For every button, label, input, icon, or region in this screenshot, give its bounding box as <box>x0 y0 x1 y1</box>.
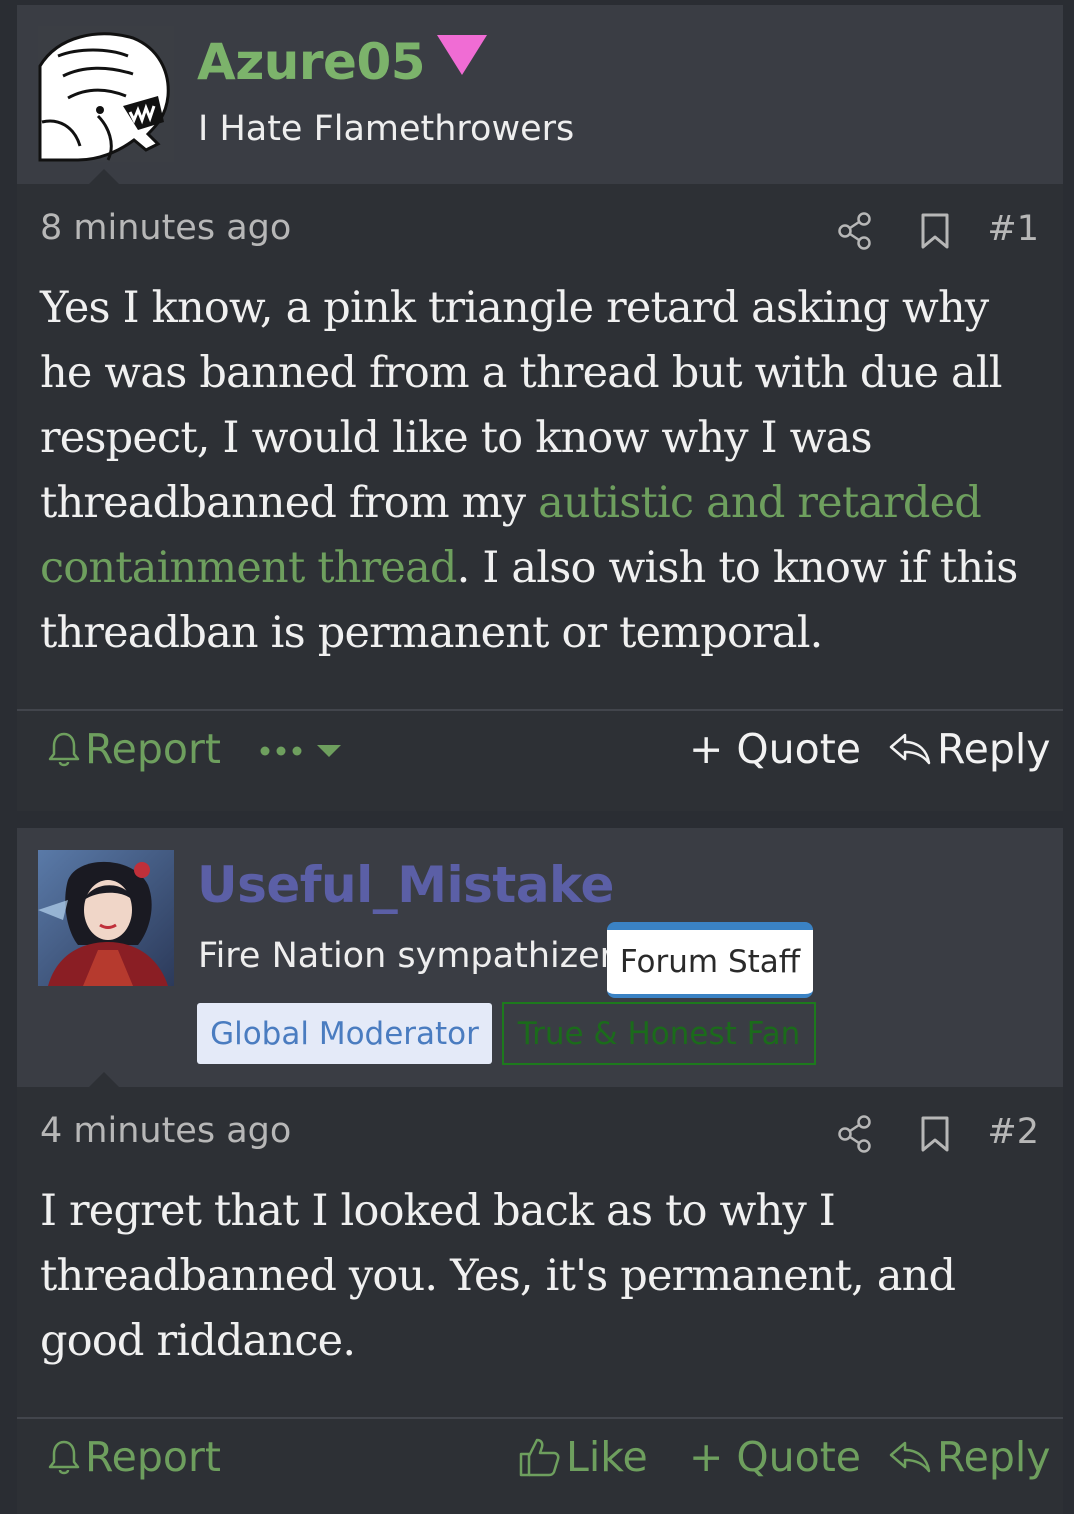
speech-caret <box>89 169 119 184</box>
report-button[interactable]: Report <box>47 725 221 773</box>
more-dots-icon <box>260 745 341 757</box>
username[interactable]: Azure05 <box>197 33 488 91</box>
post-header: Useful_Mistake Fire Nation sympathizer F… <box>17 828 1063 1087</box>
reply-arrow-icon <box>889 733 931 765</box>
global-moderator-badge: Global Moderator <box>197 1003 492 1064</box>
user-title: Fire Nation sympathizer <box>198 936 615 976</box>
post-number[interactable]: #2 <box>987 1112 1039 1152</box>
post-2: Useful_Mistake Fire Nation sympathizer F… <box>17 828 1063 1514</box>
user-title: I Hate Flamethrowers <box>198 109 575 149</box>
reply-button[interactable]: Reply <box>887 1433 1051 1481</box>
post-timestamp[interactable]: 8 minutes ago <box>40 208 291 248</box>
report-button[interactable]: Report <box>47 1433 221 1481</box>
forum-staff-badge: Forum Staff <box>607 922 813 998</box>
post-actions: Report Like + Quote Reply <box>17 1419 1063 1499</box>
report-label: Report <box>85 725 221 773</box>
post-content: I regret that I looked back as to why I … <box>40 1186 956 1366</box>
bookmark-icon[interactable] <box>919 1115 951 1153</box>
true-honest-fan-badge: True & Honest Fan <box>502 1002 816 1065</box>
post-actions: Report + Quote Reply <box>17 711 1063 791</box>
quote-label: + Quote <box>689 1433 862 1481</box>
reply-label: Reply <box>937 725 1051 773</box>
report-label: Report <box>85 1433 221 1481</box>
quote-button[interactable]: + Quote <box>689 1433 861 1481</box>
post-1: Azure05 I Hate Flamethrowers 8 minutes a… <box>17 5 1063 811</box>
bell-icon <box>48 1440 80 1475</box>
username-text[interactable]: Azure05 <box>197 33 426 91</box>
reply-arrow-icon <box>889 1441 931 1473</box>
username-text[interactable]: Useful_Mistake <box>197 856 614 914</box>
post-body: 8 minutes ago #1 Yes I know, a pink tria… <box>17 169 1063 811</box>
post-number[interactable]: #1 <box>987 209 1039 249</box>
share-icon[interactable] <box>837 211 873 251</box>
avatar[interactable] <box>38 26 174 162</box>
share-icon[interactable] <box>837 1114 873 1154</box>
avatar[interactable] <box>38 850 174 986</box>
post-timestamp[interactable]: 4 minutes ago <box>40 1111 291 1151</box>
bell-icon <box>48 732 80 767</box>
quote-label: + Quote <box>689 725 862 773</box>
quote-button[interactable]: + Quote <box>689 725 861 773</box>
like-label: Like <box>566 1433 648 1481</box>
bookmark-icon[interactable] <box>919 212 951 250</box>
post-body: 4 minutes ago #2 I regret that I looked … <box>17 1072 1063 1514</box>
like-button[interactable]: Like <box>518 1433 648 1481</box>
pink-triangle-icon <box>437 35 488 75</box>
thumbs-up-icon <box>519 1438 560 1477</box>
post-content: Yes I know, a pink triangle retard askin… <box>40 276 1040 666</box>
post-header: Azure05 I Hate Flamethrowers <box>17 5 1063 184</box>
username[interactable]: Useful_Mistake <box>197 856 614 914</box>
speech-caret <box>89 1072 119 1087</box>
reply-label: Reply <box>937 1433 1051 1481</box>
reply-button[interactable]: Reply <box>887 725 1051 773</box>
more-options-button[interactable] <box>259 741 353 761</box>
